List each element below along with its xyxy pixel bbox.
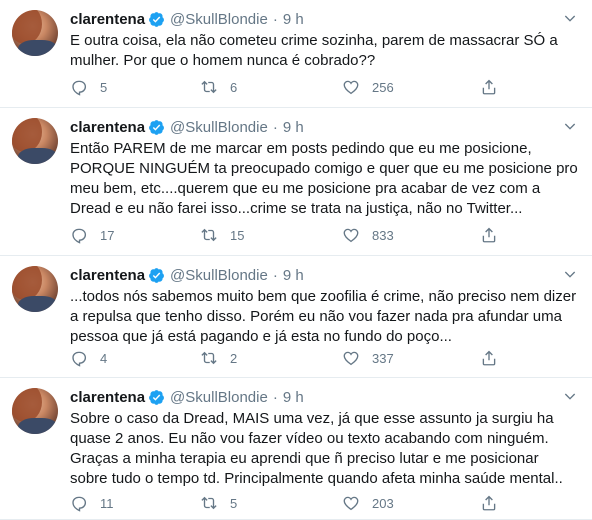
reply-button[interactable]: 4: [70, 347, 107, 369]
timestamp[interactable]: 9 h: [283, 11, 304, 28]
avatar-shirt: [18, 148, 58, 164]
avatar-hair: [12, 266, 42, 300]
like-button[interactable]: 256: [342, 76, 394, 98]
share-button[interactable]: [480, 492, 498, 514]
share-icon: [482, 350, 496, 366]
separator-dot: ·: [272, 388, 278, 406]
tweet-text: Então PAREM de me marcar em posts pedind…: [70, 140, 578, 217]
user-handle[interactable]: @SkullBlondie: [170, 267, 268, 284]
like-count: 833: [372, 227, 394, 243]
reply-count: 4: [100, 350, 108, 366]
avatar-hair: [12, 118, 42, 152]
heart-icon: [343, 228, 359, 243]
retweet-icon: [201, 80, 217, 94]
retweet-button[interactable]: 2: [200, 347, 237, 369]
retweet-button[interactable]: 15: [200, 224, 244, 246]
chevron-down-icon[interactable]: [562, 10, 578, 26]
tweet[interactable]: clarentena @SkullBlondie · 9 h E outra c…: [0, 0, 592, 108]
reply-count: 17: [100, 227, 115, 243]
avatar[interactable]: [12, 118, 58, 164]
tweet-text: ...todos nós sabemos muito bem que zoofi…: [70, 288, 577, 345]
tweet-text: Sobre o caso da Dread, MAIS uma vez, já …: [70, 410, 563, 487]
user-handle[interactable]: @SkullBlondie: [170, 119, 268, 136]
retweet-count: 6: [230, 79, 238, 95]
retweet-icon: [201, 351, 217, 365]
reply-button[interactable]: 11: [70, 492, 114, 514]
reply-count: 5: [100, 79, 108, 95]
avatar[interactable]: [12, 388, 58, 434]
tweet-header: clarentena @SkullBlondie · 9 h: [70, 265, 304, 285]
like-count: 256: [372, 79, 394, 95]
reply-button[interactable]: 17: [70, 224, 114, 246]
tweet-text: E outra coisa, ela não cometeu crime soz…: [70, 32, 558, 69]
verified-badge-icon: [149, 11, 164, 27]
share-button[interactable]: [480, 76, 498, 98]
share-button[interactable]: [480, 347, 498, 369]
tweet-header: clarentena @SkullBlondie · 9 h: [70, 9, 304, 29]
avatar-hair: [12, 388, 42, 422]
display-name[interactable]: clarentena: [70, 119, 145, 136]
display-name[interactable]: clarentena: [70, 389, 145, 406]
share-icon: [482, 495, 496, 511]
share-icon: [482, 227, 496, 243]
user-handle[interactable]: @SkullBlondie: [170, 11, 268, 28]
reply-count: 11: [100, 495, 114, 511]
avatar[interactable]: [12, 10, 58, 56]
retweet-count: 2: [230, 350, 238, 366]
heart-icon: [343, 351, 359, 366]
separator-dot: ·: [272, 118, 278, 136]
tweet-header: clarentena @SkullBlondie · 9 h: [70, 117, 304, 137]
like-button[interactable]: 337: [342, 347, 394, 369]
avatar-shirt: [18, 296, 58, 312]
chevron-down-icon[interactable]: [562, 118, 578, 134]
reply-icon: [72, 496, 87, 512]
timestamp[interactable]: 9 h: [283, 389, 304, 406]
verified-badge-icon: [149, 119, 164, 135]
heart-icon: [343, 496, 359, 511]
reply-icon: [72, 228, 87, 244]
tweet-header: clarentena @SkullBlondie · 9 h: [70, 387, 304, 407]
user-handle[interactable]: @SkullBlondie: [170, 389, 268, 406]
like-button[interactable]: 203: [342, 492, 394, 514]
share-icon: [482, 79, 496, 95]
display-name[interactable]: clarentena: [70, 11, 145, 28]
retweet-count: 15: [230, 227, 245, 243]
retweet-icon: [201, 496, 217, 510]
retweet-count: 5: [230, 495, 238, 511]
avatar-shirt: [18, 418, 58, 434]
like-count: 337: [372, 350, 394, 366]
verified-badge-icon: [149, 389, 164, 405]
display-name[interactable]: clarentena: [70, 267, 145, 284]
chevron-down-icon[interactable]: [562, 388, 578, 404]
reply-button[interactable]: 5: [70, 76, 107, 98]
verified-badge-icon: [149, 267, 164, 283]
reply-icon: [72, 80, 87, 96]
tweet[interactable]: clarentena @SkullBlondie · 9 h Sobre o c…: [0, 378, 592, 520]
tweet[interactable]: clarentena @SkullBlondie · 9 h Então PAR…: [0, 108, 592, 256]
retweet-button[interactable]: 6: [200, 76, 237, 98]
retweet-button[interactable]: 5: [200, 492, 237, 514]
like-button[interactable]: 833: [342, 224, 394, 246]
timestamp[interactable]: 9 h: [283, 267, 304, 284]
avatar[interactable]: [12, 266, 58, 312]
retweet-icon: [201, 228, 217, 242]
separator-dot: ·: [272, 266, 278, 284]
heart-icon: [343, 80, 359, 95]
tweet[interactable]: clarentena @SkullBlondie · 9 h ...todos …: [0, 256, 592, 378]
timestamp[interactable]: 9 h: [283, 119, 304, 136]
avatar-shirt: [18, 40, 58, 56]
separator-dot: ·: [272, 10, 278, 28]
reply-icon: [72, 351, 87, 367]
share-button[interactable]: [480, 224, 498, 246]
avatar-hair: [12, 10, 42, 44]
chevron-down-icon[interactable]: [562, 266, 578, 282]
like-count: 203: [372, 495, 394, 511]
